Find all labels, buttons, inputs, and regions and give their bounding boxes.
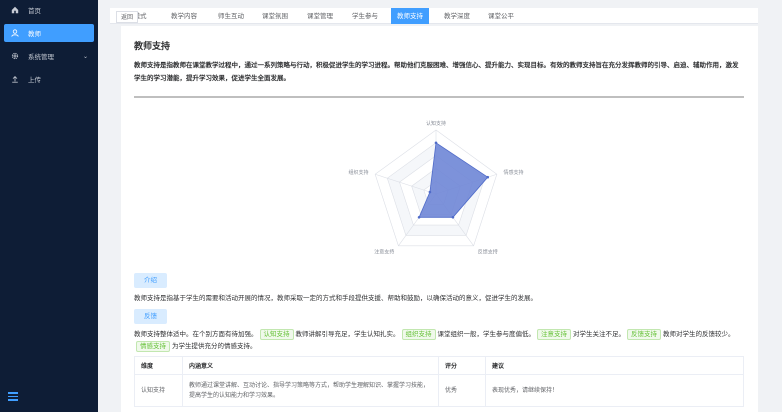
- tab-atmosphere[interactable]: 课堂氛围: [262, 8, 288, 24]
- radar-axis-label: 组织支持: [348, 169, 368, 176]
- tag-attention-support: 注意支持: [537, 329, 571, 340]
- sidebar-item-label: 系统管理: [28, 53, 54, 61]
- table-header: 内涵意义: [182, 356, 439, 375]
- table-header: 维度: [134, 356, 183, 375]
- tag-emotional-support: 情感支持: [136, 341, 170, 352]
- tab-teacher-support[interactable]: 教师支持: [391, 8, 429, 24]
- feedback-segment: 为学生提供充分的情感支持。: [172, 342, 257, 350]
- sidebar: 首页 教师 系统管理 ⌄ 上传: [0, 0, 98, 412]
- divider: [134, 96, 744, 98]
- tab-interaction[interactable]: 师生互动: [218, 8, 244, 24]
- sidebar-item-home[interactable]: 首页: [4, 1, 94, 19]
- return-button[interactable]: 返回: [116, 11, 139, 23]
- sidebar-item-system[interactable]: 系统管理 ⌄: [4, 47, 94, 65]
- radar-point: [451, 215, 455, 219]
- radar-axis-label: 认知支持: [426, 120, 446, 127]
- tab-participation[interactable]: 学生参与: [352, 8, 378, 24]
- tab-management[interactable]: 课堂管理: [307, 8, 333, 24]
- page-title: 教师支持: [134, 42, 171, 52]
- main-area: 学模式 教学内容 师生互动 课堂氛围 课堂管理 学生参与 教师支持 教学深度 课…: [98, 0, 782, 412]
- table-header: 建议: [485, 356, 744, 375]
- feedback-segment: 教师支持整体适中。在个别方面有待加强。: [134, 330, 258, 338]
- content-card: 教师支持 教师支持是指教师在课堂教学过程中，通过一系列策略与行动，积极促进学生的…: [121, 26, 758, 412]
- radar-axis-label: 情感支持: [504, 169, 524, 176]
- tab-teaching-content[interactable]: 教学内容: [171, 8, 197, 24]
- user-icon: [8, 29, 22, 37]
- tab-bar: 学模式 教学内容 师生互动 课堂氛围 课堂管理 学生参与 教师支持 教学深度 课…: [110, 8, 758, 24]
- page-description: 教师支持是指教师在课堂教学过程中，通过一系列策略与行动，积极促进学生的学习进程。…: [134, 61, 739, 82]
- sidebar-item-label: 首页: [28, 7, 41, 15]
- radar-chart: 认知支持情感支持反馈支持 注意支持 组织支持: [348, 120, 524, 255]
- intro-button[interactable]: 介绍: [134, 273, 167, 288]
- table-cell: 表现优秀，请继续保持！: [485, 374, 744, 407]
- upload-icon: [8, 75, 22, 83]
- feedback-segment: 对学生关注不足。: [573, 330, 625, 338]
- tag-organization-support: 组织支持: [401, 329, 436, 340]
- sidebar-item-label: 教师: [28, 30, 41, 38]
- table-row: 认知支持 教师通过课堂讲解、互动讨论、指导学习策略等方式，帮助学生理解知识、掌握…: [134, 374, 744, 407]
- table-header-row: 维度 内涵意义 评分 建议: [134, 356, 744, 375]
- table-cell: 优秀: [438, 374, 486, 407]
- radar-axis-label: 反馈支持: [478, 248, 498, 255]
- feedback-segment: 教师对学生的反馈较少。: [663, 330, 735, 338]
- tab-fairness[interactable]: 课堂公平: [488, 8, 514, 24]
- menu-toggle-icon[interactable]: [8, 392, 18, 401]
- table-header: 评分: [438, 356, 486, 375]
- home-icon: [8, 6, 22, 14]
- sidebar-item-upload[interactable]: 上传: [4, 70, 94, 88]
- radar-point: [434, 141, 438, 145]
- tag-cognitive-support: 认知支持: [259, 329, 294, 340]
- feedback-button[interactable]: 反馈: [134, 309, 167, 324]
- gear-icon: [8, 52, 22, 60]
- intro-text: 教师支持是指基于学生的需要和活动开展的情况，教师采取一定的方式和手段提供支援、帮…: [134, 294, 537, 302]
- tab-depth[interactable]: 教学深度: [444, 8, 470, 24]
- tag-feedback-support: 反馈支持: [627, 329, 661, 340]
- feedback-segment: 课堂组织一般，学生参与度偏低。: [437, 330, 536, 338]
- radar-point: [417, 215, 421, 219]
- radar-point: [486, 175, 490, 179]
- table-cell: 认知支持: [134, 374, 183, 407]
- radar-axis-label: 注意支持: [374, 248, 394, 255]
- sidebar-item-label: 上传: [28, 76, 41, 84]
- feedback-segment: 教师讲解引导充足，学生认知扎实。: [295, 330, 400, 338]
- table-cell: 教师通过课堂讲解、互动讨论、指导学习策略等方式，帮助学生理解知识、掌握学习技能，…: [182, 374, 439, 407]
- chevron-down-icon: ⌄: [82, 52, 88, 60]
- sidebar-item-teacher[interactable]: 教师: [4, 24, 94, 42]
- radar-point: [428, 190, 432, 194]
- feedback-text: 教师支持整体适中。在个别方面有待加强。 认知支持 教师讲解引导充足，学生认知扎实。组…: [134, 328, 746, 352]
- support-table: 维度 内涵意义 评分 建议 认知支持 教师通过课堂讲解、互动讨论、指导学习策略等…: [134, 356, 744, 407]
